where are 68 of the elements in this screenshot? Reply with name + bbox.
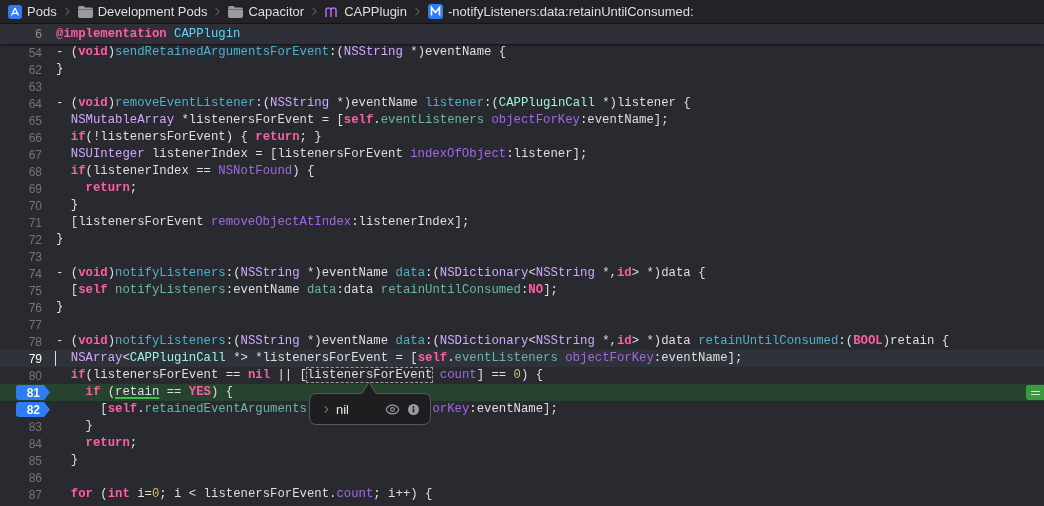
code-line: NSUInteger listenerIndex = [listenersForEvent indexOfObject:listener]; [69, 146, 588, 164]
breadcrumb-item[interactable]: Capacitor [228, 1, 305, 22]
line-number: 77 [28, 316, 42, 334]
code-line: - (void)notifyListeners:(NSString *)eventName data:(NSDictionary<NSString *,id> *)data { [56, 265, 706, 283]
line-number: 84 [28, 435, 42, 453]
code-line: } [56, 61, 64, 79]
line-number: 78 [28, 333, 42, 351]
code-line: } [56, 299, 64, 317]
line-number: 65 [28, 112, 42, 130]
breadcrumb-item[interactable]: -notifyListeners:data:retainUntilConsumed: [428, 1, 694, 22]
folder-icon [228, 5, 244, 18]
line-number: 79 [28, 350, 42, 368]
line-number: 68 [28, 163, 42, 181]
breadcrumb-item[interactable]: Development Pods [77, 1, 208, 22]
eye-icon[interactable] [385, 402, 400, 417]
line-number: 74 [28, 265, 42, 283]
code-line: return; [84, 180, 138, 198]
code-line: [listenersForEvent removeObjectAtIndex:listenerIndex]; [69, 214, 470, 232]
code-line: } [84, 418, 93, 436]
line-number: 86 [28, 469, 42, 487]
variable-value: nil [336, 400, 349, 419]
line-number: 73 [28, 248, 42, 266]
line-number: 64 [28, 95, 42, 113]
code-line: if(listenerIndex == NSNotFound) { [69, 163, 315, 181]
code-line: orKey:eventName]; [432, 401, 558, 419]
line-number: 69 [28, 180, 42, 198]
breadcrumb-item[interactable]: CAPPlugin [325, 1, 407, 22]
line-number: 83 [28, 418, 42, 436]
code-line: } [69, 197, 79, 215]
value-popover[interactable]: nil [309, 381, 431, 425]
code-line: [self notifyListeners:eventName data:data retainUntilConsumed:NO]; [69, 282, 558, 300]
line-number: 6 [35, 26, 42, 43]
line-number: 71 [28, 214, 42, 232]
letter-m-icon [325, 5, 340, 18]
line-number: 75 [28, 282, 42, 300]
code-line: - (void)sendRetainedArgumentsForEvent:(NSString *)eventName { [56, 44, 507, 62]
app-project-icon [8, 4, 22, 19]
code-line: } [69, 452, 79, 470]
line-number: 66 [28, 129, 42, 147]
line-number: 80 [28, 367, 42, 385]
line-number: 67 [28, 146, 42, 164]
code-line: } [56, 231, 64, 249]
line-number: 62 [28, 61, 42, 79]
text-cursor [55, 351, 56, 366]
code-line: return; [84, 435, 138, 453]
code-line: NSArray<CAPPluginCall *> *listenersForEvent = [self.eventListeners objectForKey:eventName]; [69, 350, 743, 368]
line-number: 85 [28, 452, 42, 470]
folder-icon [77, 5, 93, 18]
line-number: 87 [28, 486, 42, 504]
code-line: - (void)notifyListeners:(NSString *)eventName data:(NSDictionary<NSString *,id> *)data retainUntilConsumed:(BOOL)retain { [56, 333, 950, 351]
code-line: if (retain == YES) { [84, 384, 234, 402]
line-number: 70 [28, 197, 42, 215]
line-number: 72 [28, 231, 42, 249]
code-line: NSMutableArray *listenersForEvent = [self.eventListeners objectForKey:eventName]; [69, 112, 669, 130]
code-line: @implementation CAPPlugin [56, 25, 241, 43]
line-number: 54 [28, 44, 42, 62]
info-icon[interactable] [408, 404, 419, 415]
code-line: if(!listenersForEvent) { return; } [69, 129, 322, 147]
line-number: 63 [28, 78, 42, 96]
line-number: 76 [28, 299, 42, 317]
code-line: [self.retainedEventArguments [99, 401, 307, 419]
method-icon [428, 4, 443, 19]
instruction-pointer-icon [1026, 385, 1044, 400]
breakpoint-marker[interactable]: 81 [16, 385, 50, 400]
breakpoint-marker[interactable]: 82 [16, 402, 50, 417]
code-line: - (void)removeEventListener:(NSString *)eventName listener:(CAPPluginCall *)listener { [56, 95, 691, 113]
code-line: for (int i=0; i < listenersForEvent.count; i++) { [69, 486, 433, 504]
breadcrumb-item[interactable]: Pods [8, 1, 57, 22]
